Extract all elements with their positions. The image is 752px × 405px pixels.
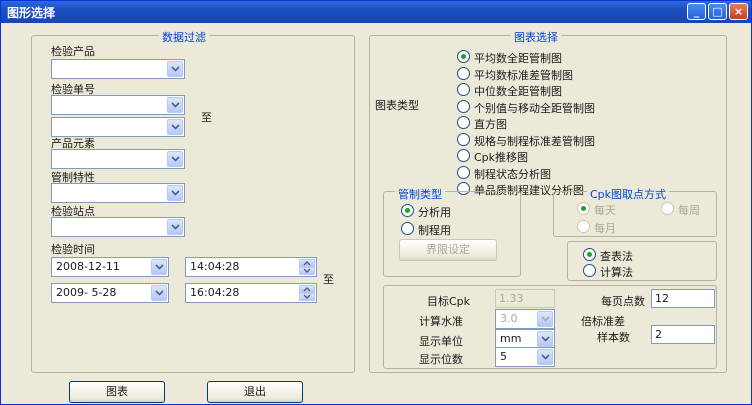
radio-selected-icon [401,204,414,217]
chevron-down-icon[interactable] [151,259,167,275]
order-to-label: 至 [201,111,212,124]
chart-type-option-label: 平均数标准差管制图 [474,68,573,82]
end-time-value: 16:04:28 [190,286,240,299]
cpk-point-legend: Cpk图取点方式 [587,186,670,202]
radio-selected-icon [583,248,596,261]
exit-button[interactable]: 退出 [207,381,303,403]
product-combo[interactable] [51,59,185,79]
close-button[interactable]: × [729,3,748,20]
end-date-picker[interactable]: 2009- 5-28 [51,283,169,303]
radio-icon [457,132,470,146]
chevron-down-icon[interactable] [167,219,183,235]
chart-type-option-label: 直方图 [474,118,507,131]
chart-type-label: 图表类型 [375,99,419,112]
points-per-page-value: 12 [655,292,669,305]
spin-up-icon[interactable] [299,285,315,293]
end-time-stepper[interactable]: 16:04:28 [185,283,317,303]
chevron-down-icon[interactable] [167,61,183,77]
display-unit-value: mm [500,332,522,345]
radio-icon [457,66,470,80]
window-title: 图形选择 [7,6,56,20]
sample-size-input[interactable]: 2 [651,325,715,344]
chevron-down-icon[interactable] [167,151,183,167]
points-per-page-label: 每页点数 [601,295,645,308]
chart-button[interactable]: 图表 [69,381,165,403]
analysis-label: 分析用 [418,206,451,219]
limit-settings-button[interactable]: 界限设定 [399,239,497,261]
chart-type-option-label: 制程状态分析图 [474,167,551,181]
control-char-combo[interactable] [51,183,185,203]
process-label: 制程用 [418,224,451,237]
weekly-label: 每周 [678,204,700,217]
target-cpk-label: 目标Cpk [427,295,471,308]
chevron-down-icon[interactable] [167,119,183,135]
start-date-value: 2008-12-11 [56,260,120,273]
radio-selected-icon [577,202,590,215]
calc-level-combo[interactable]: 3.0 [495,309,555,329]
spin-down-icon[interactable] [299,293,315,301]
title-bar[interactable]: 图形选择 _ □ × [1,1,751,23]
target-cpk-value: 1.33 [499,292,524,305]
minimize-button[interactable]: _ [687,3,706,20]
display-digits-label: 显示位数 [419,353,463,366]
chevron-down-icon[interactable] [537,349,553,365]
maximize-icon: □ [712,5,723,18]
display-digits-combo[interactable]: 5 [495,347,555,367]
radio-icon [583,264,596,277]
minimize-icon: _ [693,5,700,18]
chart-type-option-label: 中位数全距管制图 [474,85,562,98]
chart-select-window: 图形选择 _ □ × 数据过滤 检验产品 检验单号 至 产品元素 管制特性 检验… [0,0,752,405]
compute-label: 计算法 [600,266,633,279]
std-multiplier-label: 倍标准差 [581,315,625,328]
maximize-button[interactable]: □ [708,3,727,20]
data-filter-legend: 数据过滤 [159,29,209,45]
close-icon: × [733,5,744,18]
chart-type-option-label: 平均数全距管制图 [474,52,562,65]
order-from-combo[interactable] [51,95,185,115]
time-to-label: 至 [323,273,334,286]
lookup-label: 查表法 [600,250,633,263]
control-type-legend: 管制类型 [395,186,445,202]
calc-level-value: 3.0 [500,312,518,325]
monthly-label: 每月 [594,222,616,235]
element-combo[interactable] [51,149,185,169]
chart-type-option-label: 规格与制程标准差管制图 [474,134,595,148]
radio-icon [457,165,470,179]
start-time-stepper[interactable]: 14:04:28 [185,257,317,277]
calc-level-label: 计算水准 [419,315,463,328]
radio-icon [661,202,674,215]
points-per-page-input[interactable]: 12 [651,289,715,308]
radio-icon [457,99,470,113]
end-date-value: 2009- 5-28 [56,286,117,299]
chart-select-legend: 图表选择 [511,29,561,45]
station-combo[interactable] [51,217,185,237]
sample-size-value: 2 [655,328,662,341]
display-digits-value: 5 [500,350,507,363]
order-to-combo[interactable] [51,117,185,137]
time-label: 检验时间 [51,243,95,256]
sample-size-label: 样本数 [597,331,630,344]
product-label: 检验产品 [51,45,95,58]
target-cpk-input[interactable]: 1.33 [495,289,555,308]
chevron-down-icon[interactable] [167,185,183,201]
daily-label: 每天 [594,204,616,217]
display-unit-label: 显示单位 [419,335,463,348]
start-date-picker[interactable]: 2008-12-11 [51,257,169,277]
display-unit-combo[interactable]: mm [495,329,555,349]
radio-selected-icon [457,50,470,63]
chevron-down-icon[interactable] [151,285,167,301]
radio-icon [401,222,414,235]
chevron-down-icon[interactable] [167,97,183,113]
radio-icon [457,149,470,162]
radio-icon [457,116,470,129]
radio-icon [457,83,470,96]
chart-type-option-label: 个别值与移动全距管制图 [474,101,595,115]
chevron-down-icon[interactable] [537,311,553,327]
chevron-down-icon[interactable] [537,331,553,347]
spin-up-icon[interactable] [299,259,315,267]
radio-icon [577,220,590,233]
spin-down-icon[interactable] [299,267,315,275]
start-time-value: 14:04:28 [190,260,240,273]
chart-type-option-label: Cpk推移图 [474,151,529,164]
